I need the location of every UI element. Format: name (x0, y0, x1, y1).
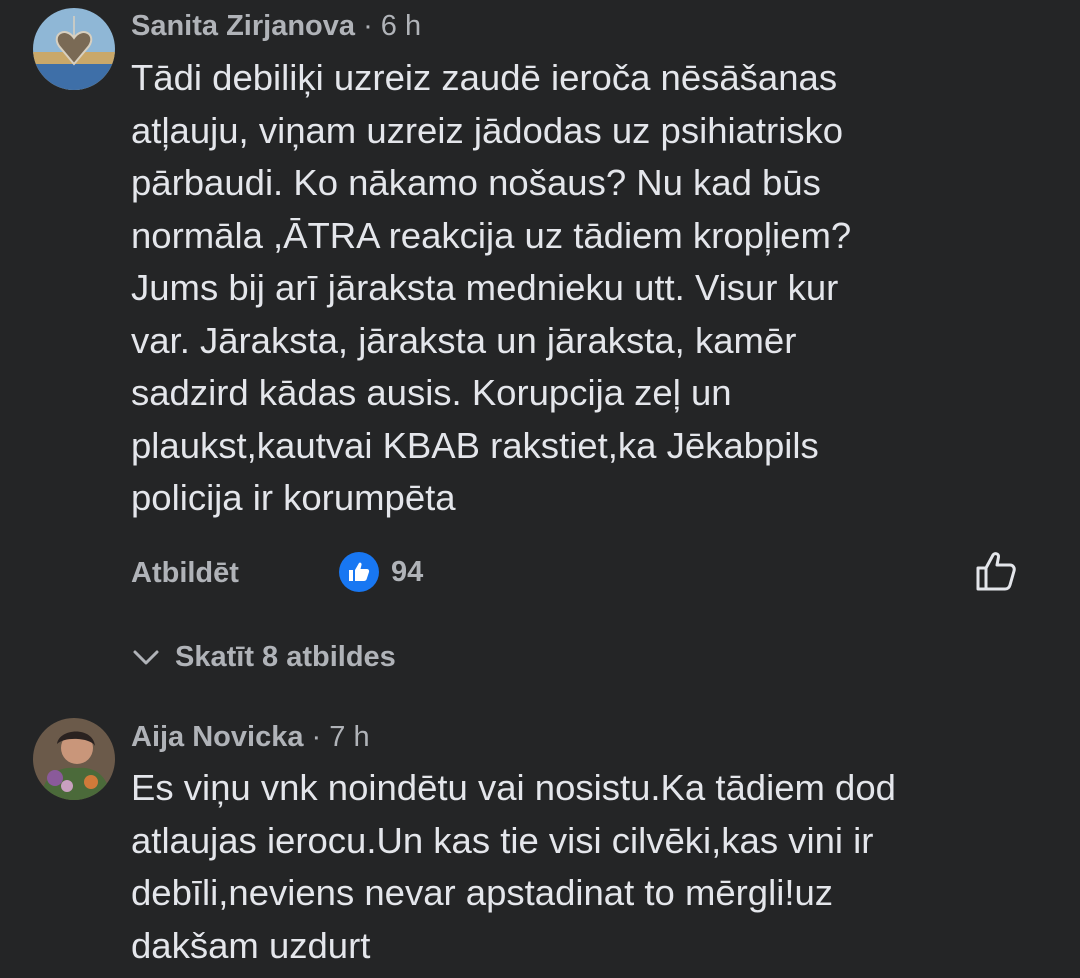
avatar[interactable] (33, 8, 115, 90)
timestamp[interactable]: · 6 h (363, 10, 421, 42)
avatar-image (33, 8, 115, 90)
reaction-summary[interactable]: 94 (339, 552, 423, 592)
thumbs-up-outline-icon (976, 552, 1016, 591)
author-name[interactable]: Sanita Zirjanova (131, 10, 355, 42)
comment-text: Tādi debiliķi uzreiz zaudē ieroča nēsāša… (131, 57, 852, 518)
avatar-image (33, 718, 115, 800)
view-replies-link[interactable]: Skatīt 8 atbildes (131, 637, 396, 677)
like-icon (339, 552, 379, 592)
reply-button[interactable]: Atbildēt (131, 555, 239, 591)
like-button[interactable] (972, 548, 1020, 596)
chevron-down-icon (133, 650, 159, 665)
avatar[interactable] (33, 718, 115, 800)
view-replies-label: Skatīt 8 atbildes (175, 640, 396, 673)
timestamp[interactable]: · 7 h (312, 721, 370, 753)
comment-text: Es viņu vnk noindētu vai nosistu.Ka tādi… (131, 767, 896, 966)
author-name[interactable]: Aija Novicka (131, 721, 303, 753)
comment-meta: Aija Novicka · 7 h (131, 717, 370, 757)
reaction-count: 94 (391, 555, 424, 588)
comment-meta: Sanita Zirjanova · 6 h (131, 6, 421, 46)
